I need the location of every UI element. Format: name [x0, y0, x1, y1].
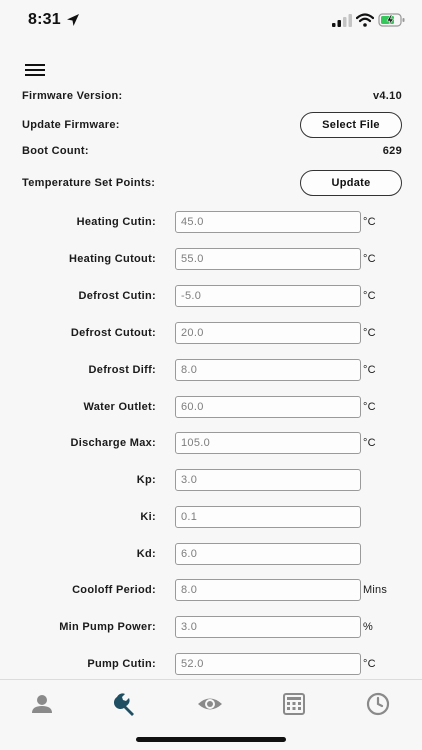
- param-unit: °C: [363, 216, 376, 228]
- param-row: Kd:: [0, 543, 422, 565]
- param-label: Defrost Cutout:: [70, 327, 156, 339]
- signal-icon: [332, 14, 352, 27]
- clock-icon: [366, 692, 390, 716]
- min-pump-power-input[interactable]: [175, 616, 361, 638]
- heating-cutin-input[interactable]: [175, 211, 361, 233]
- tab-user[interactable]: [0, 686, 84, 722]
- water-outlet-input[interactable]: [175, 396, 361, 418]
- param-unit: °C: [363, 364, 376, 376]
- param-row: Heating Cutin: °C: [0, 211, 422, 233]
- param-label: Kp:: [136, 474, 156, 486]
- param-label: Cooloff Period:: [72, 584, 156, 596]
- param-row: Min Pump Power: %: [0, 616, 422, 638]
- update-button[interactable]: Update: [300, 169, 402, 196]
- param-unit: °C: [363, 437, 376, 449]
- param-row: Ki:: [0, 506, 422, 528]
- kd-input[interactable]: [175, 543, 361, 565]
- defrost-cutout-input[interactable]: [175, 322, 361, 344]
- defrost-diff-input[interactable]: [175, 359, 361, 381]
- param-row: Water Outlet: °C: [0, 396, 422, 418]
- update-firmware-label: Update Firmware:: [22, 118, 120, 131]
- person-icon: [32, 695, 52, 713]
- param-label: Water Outlet:: [83, 401, 156, 413]
- hamburger-menu-icon[interactable]: [24, 62, 46, 78]
- param-label: Defrost Diff:: [88, 364, 156, 376]
- tab-calculator[interactable]: [252, 686, 336, 722]
- firmware-version-row: Firmware Version: v4.10: [22, 84, 402, 108]
- param-unit: °C: [363, 401, 376, 413]
- eye-icon: [198, 698, 222, 710]
- status-time: 8:31: [28, 11, 61, 28]
- param-row: Defrost Cutin: °C: [0, 285, 422, 307]
- boot-count-value: 629: [382, 145, 402, 157]
- defrost-cutin-input[interactable]: [175, 285, 361, 307]
- param-label: Heating Cutout:: [69, 253, 156, 265]
- param-unit: %: [363, 621, 373, 633]
- pump-cutin-input[interactable]: [175, 653, 361, 675]
- kp-input[interactable]: [175, 469, 361, 491]
- firmware-version-value: v4.10: [372, 90, 402, 102]
- tab-view[interactable]: [168, 686, 252, 722]
- status-bar: 8:31: [0, 0, 422, 44]
- param-unit: °C: [363, 658, 376, 670]
- boot-count-row: Boot Count: 629: [22, 139, 402, 163]
- select-file-button[interactable]: Select File: [300, 111, 402, 138]
- param-label: Min Pump Power:: [59, 621, 156, 633]
- param-row: Cooloff Period: Mins: [0, 579, 422, 601]
- param-row: Defrost Diff: °C: [0, 359, 422, 381]
- param-unit: °C: [363, 253, 376, 265]
- home-indicator: [136, 737, 286, 742]
- param-label: Pump Cutin:: [87, 658, 156, 670]
- param-row: Heating Cutout: °C: [0, 248, 422, 270]
- param-row: Defrost Cutout: °C: [0, 322, 422, 344]
- param-unit: Mins: [363, 584, 388, 596]
- param-unit: °C: [363, 327, 376, 339]
- param-label: Defrost Cutin:: [78, 290, 156, 302]
- wrench-icon: [113, 693, 134, 716]
- param-label: Discharge Max:: [70, 437, 156, 449]
- cooloff-period-input[interactable]: [175, 579, 361, 601]
- temperature-set-points-row: Temperature Set Points: Update: [22, 169, 402, 196]
- temperature-set-points-label: Temperature Set Points:: [22, 176, 156, 189]
- wifi-icon: [356, 13, 374, 27]
- param-label: Ki:: [140, 511, 156, 523]
- update-firmware-row: Update Firmware: Select File: [22, 111, 402, 138]
- param-row: Pump Cutin: °C: [0, 653, 422, 675]
- param-unit: °C: [363, 290, 376, 302]
- battery-charging-icon: [378, 13, 405, 27]
- param-label: Heating Cutin:: [76, 216, 156, 228]
- heating-cutout-input[interactable]: [175, 248, 361, 270]
- discharge-max-input[interactable]: [175, 432, 361, 454]
- tab-history[interactable]: [336, 686, 420, 722]
- boot-count-label: Boot Count:: [22, 145, 89, 157]
- firmware-version-label: Firmware Version:: [22, 90, 123, 102]
- param-row: Kp:: [0, 469, 422, 491]
- param-row: Discharge Max: °C: [0, 432, 422, 454]
- tab-settings[interactable]: [84, 686, 168, 722]
- param-label: Kd:: [136, 548, 156, 560]
- location-arrow-icon: [67, 14, 79, 26]
- ki-input[interactable]: [175, 506, 361, 528]
- calculator-icon: [283, 693, 305, 715]
